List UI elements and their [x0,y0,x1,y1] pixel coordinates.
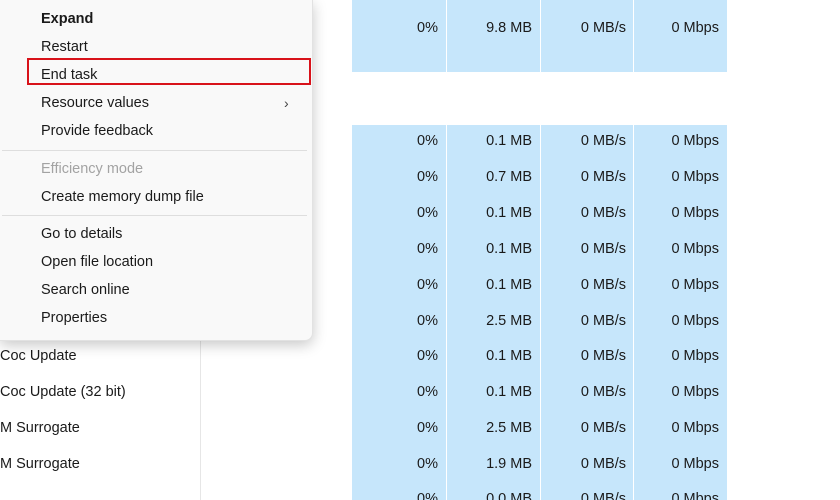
menu-item-restart[interactable]: Restart [41,39,88,55]
network-cell: 0 Mbps [671,241,719,257]
process-name[interactable]: Coc Update [0,348,77,364]
disk-cell: 0 MB/s [580,491,626,500]
memory-column-accent [447,0,540,10]
memory-cell: 2.5 MB [486,420,532,436]
cpu-cell: 0% [417,313,438,329]
network-cell: 0 Mbps [671,20,719,36]
cpu-cell: 0% [417,491,438,500]
memory-cell: 0.1 MB [486,384,532,400]
disk-cell: 0 MB/s [580,384,626,400]
network-cell: 0 Mbps [671,169,719,185]
menu-item-provide-feedback[interactable]: Provide feedback [41,123,153,139]
process-name[interactable]: M Surrogate [0,420,80,436]
disk-cell: 0 MB/s [580,277,626,293]
menu-separator [2,150,307,151]
table-row-group[interactable] [352,0,727,72]
memory-cell: 0.1 MB [486,348,532,364]
cpu-cell: 0% [417,205,438,221]
cpu-cell: 0% [417,20,438,36]
network-cell: 0 Mbps [671,277,719,293]
menu-item-properties[interactable]: Properties [41,310,107,326]
memory-cell: 0.1 MB [486,277,532,293]
disk-cell: 0 MB/s [580,456,626,472]
memory-cell: 9.8 MB [486,20,532,36]
table-row-spacer [352,72,727,125]
task-manager-window: Coc Update Coc Update (32 bit) M Surroga… [0,0,840,500]
memory-cell: 0.1 MB [486,133,532,149]
cpu-cell: 0% [417,348,438,364]
memory-cell: 0.1 MB [486,241,532,257]
disk-cell: 0 MB/s [580,420,626,436]
cpu-cell: 0% [417,277,438,293]
menu-item-open-file-location[interactable]: Open file location [41,254,153,270]
right-margin [727,0,840,500]
network-cell: 0 Mbps [671,384,719,400]
menu-separator [2,215,307,216]
chevron-right-icon: › [284,95,289,111]
network-cell: 0 Mbps [671,133,719,149]
memory-cell: 0.7 MB [486,169,532,185]
context-menu: Expand Restart End task Resource values … [0,0,313,341]
menu-item-create-memory-dump[interactable]: Create memory dump file [41,189,204,205]
disk-cell: 0 MB/s [580,348,626,364]
memory-cell: 2.5 MB [486,313,532,329]
disk-cell: 0 MB/s [580,205,626,221]
disk-cell: 0 MB/s [580,313,626,329]
end-task-highlight-box [27,58,311,85]
network-cell: 0 Mbps [671,491,719,500]
menu-item-search-online[interactable]: Search online [41,282,130,298]
disk-cell: 0 MB/s [580,133,626,149]
cpu-cell: 0% [417,420,438,436]
cpu-cell: 0% [417,241,438,257]
memory-cell: 1.9 MB [486,456,532,472]
menu-item-go-to-details[interactable]: Go to details [41,226,122,242]
process-name[interactable]: M Surrogate [0,456,80,472]
cpu-cell: 0% [417,456,438,472]
network-cell: 0 Mbps [671,348,719,364]
watermark-text: Kiemd [795,475,832,490]
network-cell: 0 Mbps [671,205,719,221]
disk-cell: 0 MB/s [580,241,626,257]
network-cell: 0 Mbps [671,420,719,436]
memory-cell: 0.1 MB [486,205,532,221]
menu-item-expand[interactable]: Expand [41,11,93,27]
process-name[interactable]: Coc Update (32 bit) [0,384,126,400]
network-cell: 0 Mbps [671,313,719,329]
menu-item-resource-values[interactable]: Resource values [41,95,149,111]
menu-item-efficiency-mode: Efficiency mode [41,161,144,177]
memory-cell: 0.0 MB [486,491,532,500]
cpu-cell: 0% [417,133,438,149]
disk-cell: 0 MB/s [580,20,626,36]
cpu-cell: 0% [417,384,438,400]
network-cell: 0 Mbps [671,456,719,472]
disk-cell: 0 MB/s [580,169,626,185]
cpu-cell: 0% [417,169,438,185]
